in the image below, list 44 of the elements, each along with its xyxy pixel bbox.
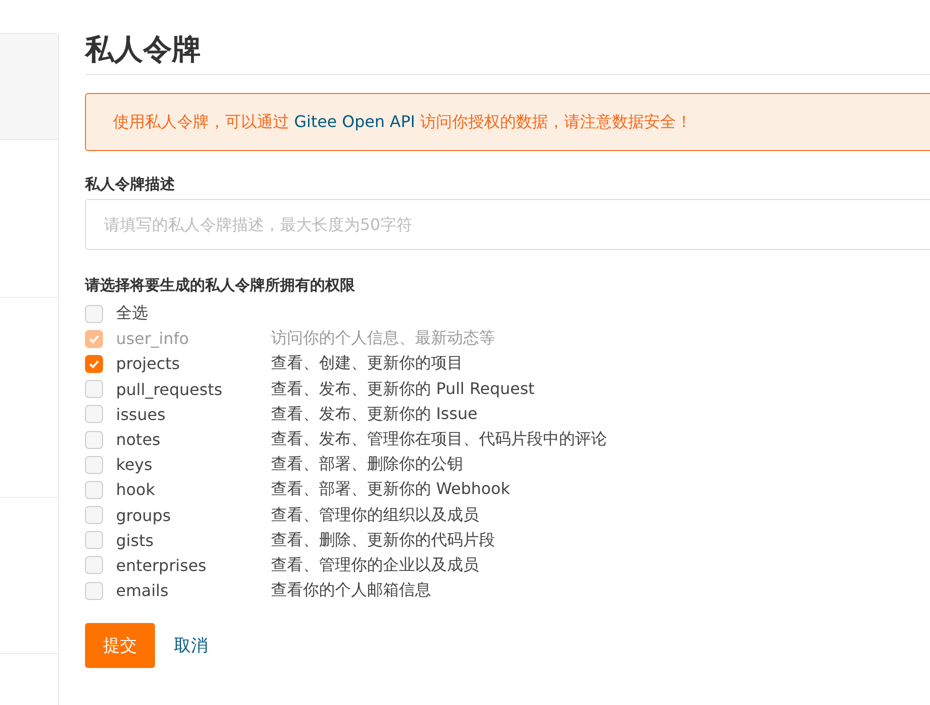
cancel-link[interactable]: 取消 [174, 634, 208, 658]
permission-description: 查看、管理你的组织以及成员 [271, 504, 479, 526]
checkbox[interactable] [85, 582, 103, 600]
checkbox[interactable] [85, 380, 103, 398]
checkbox[interactable] [85, 456, 103, 474]
permission-name: hook [116, 480, 156, 500]
page-title: 私人令牌 [85, 30, 930, 75]
permission-name: user_info [116, 329, 190, 348]
permission-description: 访问你的个人信息、最新动态等 [271, 328, 495, 350]
checkmark-icon [88, 332, 100, 345]
checkbox[interactable] [85, 304, 103, 323]
notice-text: 使用私人令牌，可以通过 [113, 112, 290, 131]
permission-description: 查看、创建、更新你的项目 [271, 353, 463, 374]
permission-description: 查看、部署、更新你的 Webhook [271, 479, 510, 500]
permission-name: gists [116, 530, 155, 550]
field-label: 私人令牌描述 [85, 174, 176, 195]
permission-description: 查看、发布、更新你的 Pull Request [271, 378, 535, 400]
notice-text: 访问你授权的数据，请注意数据安全！ [419, 112, 692, 131]
permission-description: 查看、删除、更新你的代码片段 [271, 530, 495, 551]
checkbox[interactable] [85, 531, 103, 550]
checkbox[interactable] [85, 506, 103, 524]
checkbox-label: 全选 [116, 303, 149, 324]
permission-name: pull_requests [116, 380, 224, 399]
permission-name: issues [116, 404, 166, 424]
checkbox[interactable] [85, 430, 103, 449]
input-field[interactable]: 请填写的私人令牌描述，最大长度为50字符 [85, 199, 930, 250]
permission-description: 查看、部署、删除你的公钥 [271, 454, 463, 476]
checkbox[interactable] [85, 405, 103, 424]
permission-description: 查看、发布、更新你的 Issue [271, 404, 478, 425]
checkbox[interactable] [85, 480, 103, 499]
api-link[interactable]: Gitee Open API [294, 112, 416, 131]
permission-name: emails [116, 581, 170, 600]
permission-name: enterprises [116, 556, 208, 575]
permission-name: keys [116, 455, 154, 474]
permission-name: groups [116, 506, 172, 525]
field-label: 请选择将要生成的私人令牌所拥有的权限 [85, 275, 356, 296]
permission-name: projects [116, 354, 181, 374]
checkbox[interactable] [85, 354, 103, 373]
checkmark-icon [88, 358, 100, 370]
permission-description: 查看你的个人邮箱信息 [271, 580, 431, 602]
permission-description: 查看、发布、管理你在项目、代码片段中的评论 [271, 429, 607, 450]
checkbox[interactable] [85, 556, 103, 574]
permission-name: notes [116, 430, 162, 450]
permission-description: 查看、管理你的企业以及成员 [271, 554, 479, 576]
